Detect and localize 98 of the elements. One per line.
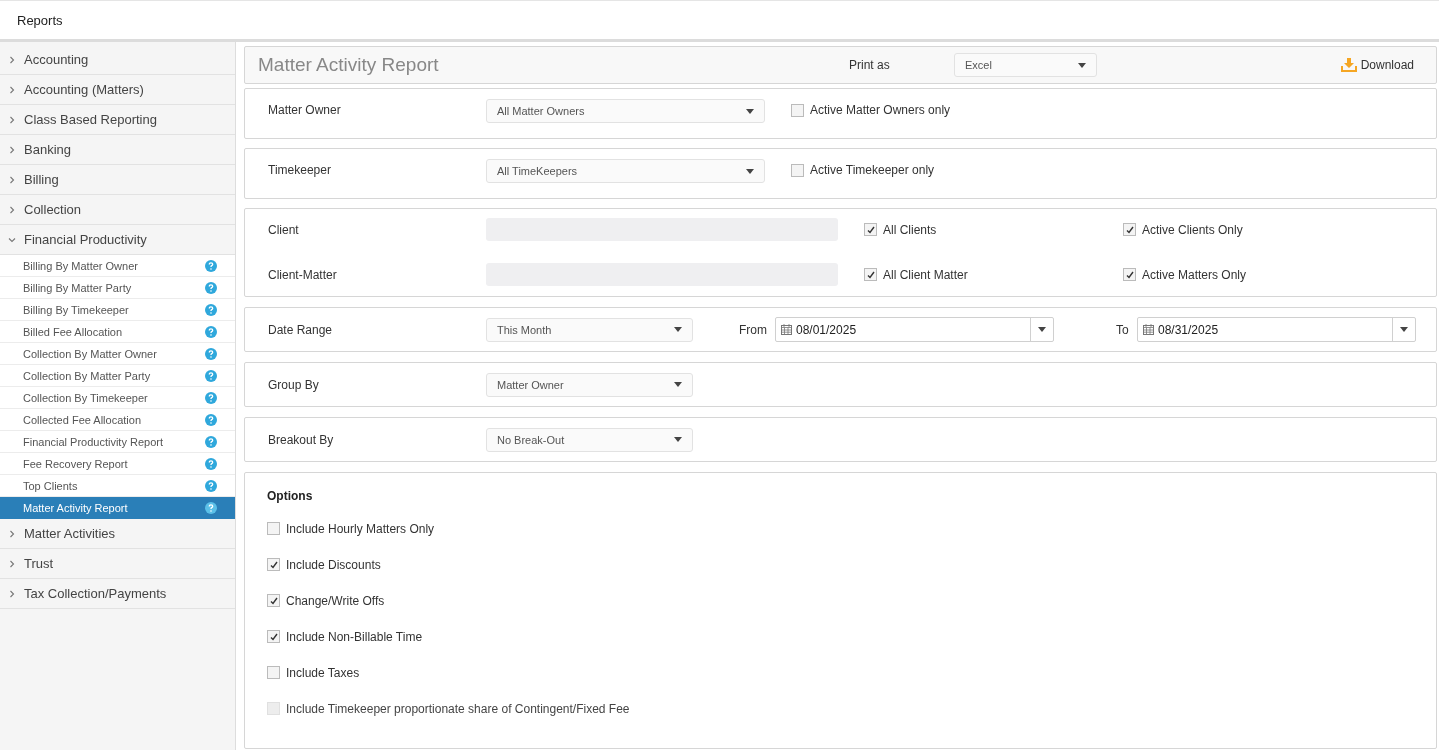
checkbox[interactable] [791, 103, 804, 117]
date-field[interactable]: 08/31/2025 [1137, 317, 1416, 342]
checkbox-option[interactable]: Include Discounts [267, 556, 1414, 573]
help-icon[interactable] [205, 281, 217, 294]
chevron-icon [8, 85, 16, 94]
field-label: Client [268, 222, 300, 237]
field-label: Breakout By [268, 432, 335, 447]
caret-icon [674, 327, 682, 332]
field-label: Timekeeper [268, 162, 332, 177]
checkbox[interactable] [267, 558, 280, 571]
sidebar-item[interactable]: Collection By Matter Party [0, 365, 235, 387]
sidebar-item[interactable]: Billed Fee Allocation [0, 321, 235, 343]
calendar-icon [1143, 324, 1154, 335]
checkbox[interactable] [864, 268, 877, 281]
checkbox[interactable] [791, 163, 804, 177]
checkbox-option[interactable]: Change/Write Offs [267, 592, 1414, 609]
caret-icon [674, 382, 682, 387]
field-label: Matter Owner [268, 102, 342, 117]
select-dropdown[interactable]: All TimeKeepers [486, 159, 765, 183]
sidebar-group[interactable]: Matter Activities [0, 519, 235, 549]
checkbox-option[interactable]: Active Matters Only [1123, 267, 1247, 282]
checkbox-option[interactable]: Active Timekeeper only [791, 159, 935, 177]
checkbox-option[interactable]: Include Hourly Matters Only [267, 520, 1414, 537]
help-icon[interactable] [205, 325, 217, 338]
select-dropdown[interactable]: All Matter Owners [486, 99, 765, 123]
print-format-dropdown[interactable]: Excel [954, 53, 1097, 77]
sidebar-group[interactable]: Trust [0, 549, 235, 579]
caret-icon [746, 108, 754, 114]
sidebar-group[interactable]: Tax Collection/Payments [0, 579, 235, 609]
checkbox[interactable] [267, 666, 280, 679]
sidebar-item[interactable]: Billing By Matter Party [0, 277, 235, 299]
checkbox-option[interactable]: Include Non-Billable Time [267, 628, 1414, 645]
checkbox-option[interactable]: All Clients [864, 222, 1123, 237]
caret-icon [746, 168, 754, 174]
chevron-icon [8, 559, 16, 568]
sidebar-item[interactable]: Matter Activity Report [0, 497, 235, 519]
sidebar-group[interactable]: Billing [0, 165, 235, 195]
sidebar-item[interactable]: Fee Recovery Report [0, 453, 235, 475]
sidebar-item[interactable]: Collection By Timekeeper [0, 387, 235, 409]
field-label: Group By [268, 377, 320, 392]
chevron-icon [8, 529, 16, 538]
caret-icon [1400, 327, 1408, 332]
checkbox[interactable] [1123, 268, 1136, 281]
sidebar-item[interactable]: Collected Fee Allocation [0, 409, 235, 431]
sidebar-group[interactable]: Banking [0, 135, 235, 165]
checkbox[interactable] [267, 522, 280, 535]
help-icon[interactable] [205, 413, 217, 426]
sidebar-group[interactable]: Collection [0, 195, 235, 225]
caret-icon [674, 437, 682, 442]
help-icon[interactable] [205, 391, 217, 404]
help-icon[interactable] [205, 369, 217, 382]
chevron-icon [8, 589, 16, 598]
download-icon [1340, 58, 1357, 72]
checkbox[interactable] [267, 630, 280, 643]
field-label: Date Range [268, 322, 334, 337]
checkbox[interactable] [267, 594, 280, 607]
chevron-icon [8, 235, 16, 244]
chevron-icon [8, 145, 16, 154]
sidebar-item[interactable]: Billing By Matter Owner [0, 255, 235, 277]
sidebar-group[interactable]: Class Based Reporting [0, 105, 235, 135]
print-as-label: Print as [849, 58, 891, 72]
sidebar-item[interactable]: Financial Productivity Report [0, 431, 235, 453]
help-icon[interactable] [205, 435, 217, 448]
checkbox-option[interactable]: Active Matter Owners only [791, 99, 951, 117]
checkbox-option[interactable]: All Client Matter [864, 267, 1123, 282]
chevron-icon [8, 55, 16, 64]
options-heading: Options [267, 489, 314, 503]
sidebar-item[interactable]: Billing By Timekeeper [0, 299, 235, 321]
select-dropdown[interactable]: Matter Owner [486, 372, 693, 397]
chevron-icon [8, 175, 16, 184]
checkbox[interactable] [864, 223, 877, 236]
date-label: From [739, 322, 768, 337]
sidebar-group[interactable]: Accounting [0, 45, 235, 75]
date-label: To [1116, 322, 1130, 337]
download-button[interactable]: Download [1340, 56, 1414, 74]
date-field[interactable]: 08/01/2025 [775, 317, 1054, 342]
help-icon[interactable] [205, 347, 217, 360]
calendar-icon [781, 324, 792, 335]
field-label: Client-Matter [268, 267, 338, 282]
help-icon[interactable] [205, 501, 217, 514]
sidebar-item[interactable]: Top Clients [0, 475, 235, 497]
caret-icon [1078, 62, 1086, 68]
checkbox-option[interactable]: Include Taxes [267, 664, 1414, 681]
select-dropdown[interactable]: This Month [486, 317, 693, 342]
report-title: Matter Activity Report [258, 54, 440, 76]
caret-icon [1038, 327, 1046, 332]
checkbox-option[interactable]: Active Clients Only [1123, 222, 1243, 237]
select-dropdown[interactable]: No Break-Out [486, 427, 693, 452]
help-icon[interactable] [205, 259, 217, 272]
checkbox[interactable] [1123, 223, 1136, 236]
sidebar-group[interactable]: Accounting (Matters) [0, 75, 235, 105]
help-icon[interactable] [205, 303, 217, 316]
chevron-icon [8, 115, 16, 124]
help-icon[interactable] [205, 479, 217, 492]
chevron-icon [8, 205, 16, 214]
app-title: Reports [17, 12, 63, 28]
help-icon[interactable] [205, 457, 217, 470]
sidebar-item[interactable]: Collection By Matter Owner [0, 343, 235, 365]
